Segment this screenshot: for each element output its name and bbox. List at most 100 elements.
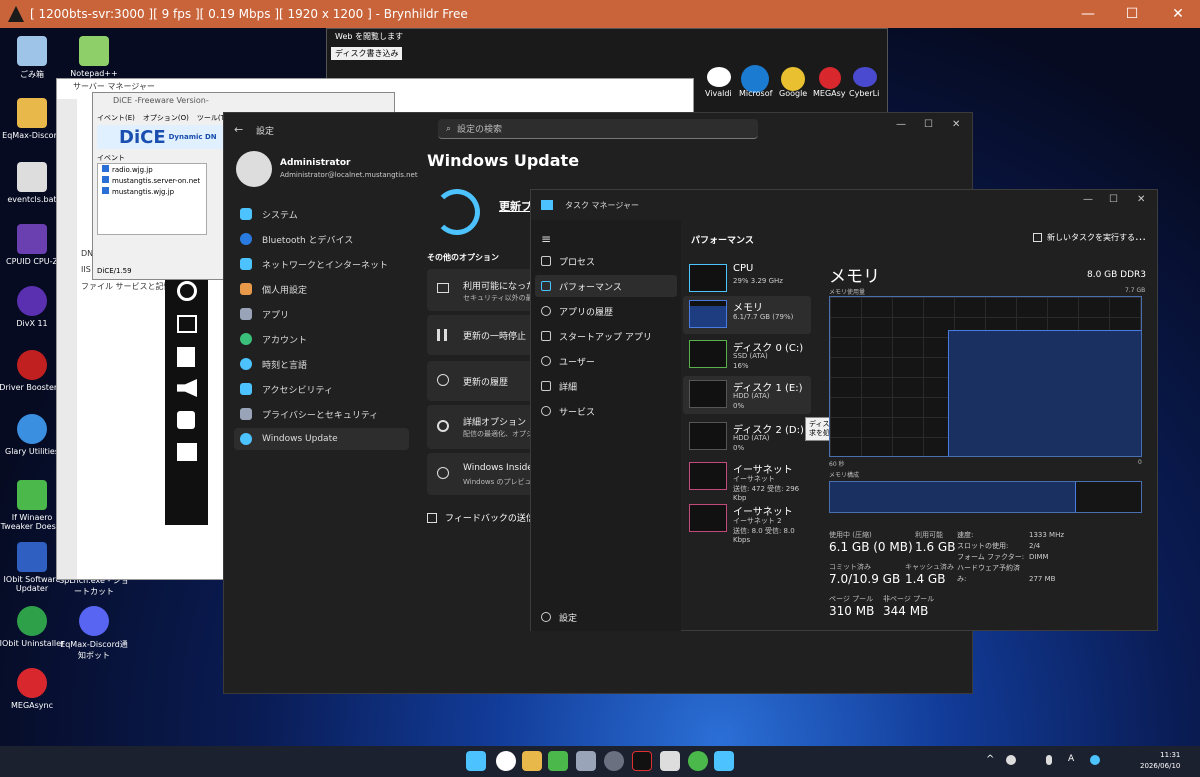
processes-icon bbox=[541, 256, 551, 266]
divx-icon bbox=[17, 286, 47, 316]
settings-taskbar-icon[interactable] bbox=[604, 751, 624, 771]
stat-committed: コミット済み 7.0/10.9 GB bbox=[829, 562, 900, 586]
tm-nav-processes[interactable]: プロセス bbox=[535, 250, 677, 272]
shield-icon bbox=[240, 408, 252, 420]
settings-min-button[interactable]: — bbox=[896, 119, 906, 130]
nav-windows-update[interactable]: Windows Update bbox=[234, 428, 409, 450]
browser-app-cyberlink[interactable] bbox=[853, 67, 877, 87]
tm-nav-users[interactable]: ユーザー bbox=[535, 350, 677, 372]
server-manager-item[interactable]: IIS bbox=[81, 265, 91, 274]
option-card-insider[interactable]: Windows Insider Windows のプレビュー bbox=[427, 453, 547, 495]
nxt-taskbar-icon[interactable] bbox=[632, 751, 652, 771]
nav-apps[interactable]: アプリ bbox=[234, 303, 409, 325]
tm-nav-details[interactable]: 詳細 bbox=[535, 375, 677, 397]
maximize-button[interactable]: ☐ bbox=[1110, 0, 1154, 28]
nav-accounts[interactable]: アカウント bbox=[234, 328, 409, 350]
tm-nav-startup[interactable]: スタートアップ アプリ bbox=[535, 325, 677, 347]
perf-item-disk0[interactable]: ディスク 0 (C:) SSD (ATA) 16% bbox=[683, 336, 811, 374]
perf-item-ethernet2[interactable]: イーサネット イーサネット 2 送信: 8.0 受信: 8.0 Kbps bbox=[683, 500, 811, 544]
feedback-link[interactable]: フィードバックの送信 bbox=[427, 511, 535, 524]
detail-label: 速度: bbox=[957, 531, 974, 539]
browser-app-vivaldi[interactable] bbox=[707, 67, 731, 87]
browser-app-chrome[interactable] bbox=[781, 67, 805, 91]
toolbar-lock-icon[interactable] bbox=[177, 411, 195, 429]
dice-taskbar-icon[interactable] bbox=[660, 751, 680, 771]
nav-accessibility[interactable]: アクセシビリティ bbox=[234, 378, 409, 400]
browser-app-mega[interactable] bbox=[819, 67, 841, 89]
taskbar: ^ A 11:31 2026/06/10 bbox=[0, 746, 1200, 777]
tray-chevron-icon[interactable]: ^ bbox=[986, 754, 994, 765]
tray-lang[interactable]: A bbox=[1068, 754, 1074, 764]
batch-file-icon bbox=[17, 162, 47, 192]
stat-cached: キャッシュ済み 1.4 GB bbox=[905, 562, 954, 586]
tm-nav-label: 詳細 bbox=[559, 382, 578, 393]
desktop-icon-notepad[interactable]: Notepad++ bbox=[58, 36, 130, 78]
perf-sub: イーサネット bbox=[733, 475, 775, 483]
toolbar-gear-icon[interactable] bbox=[177, 281, 197, 301]
option-card-pause[interactable]: 更新の一時停止 bbox=[427, 315, 547, 355]
nav-time-language[interactable]: 時刻と言語 bbox=[234, 353, 409, 375]
nav-network[interactable]: ネットワークとインターネット bbox=[234, 253, 409, 275]
task-manager-window[interactable]: タスク マネージャー — ☐ ✕ ≡ プロセス パフォーマンス アプリの履歴 ス… bbox=[530, 189, 1158, 631]
list-item[interactable]: mustangtis.wjg.jp bbox=[98, 186, 206, 197]
option-card-history[interactable]: 更新の履歴 bbox=[427, 361, 547, 401]
desktop-icon-megasync[interactable]: MEGAsync bbox=[0, 668, 68, 710]
vivaldi-icon[interactable] bbox=[496, 751, 516, 771]
perf-item-disk1[interactable]: ディスク 1 (E:) HDD (ATA) 0% bbox=[683, 376, 811, 414]
tm-nav-label: ユーザー bbox=[559, 357, 595, 368]
dice-menu-event[interactable]: イベント(E) bbox=[97, 113, 135, 123]
megaphone-icon bbox=[437, 283, 449, 293]
nav-system[interactable]: システム bbox=[234, 203, 409, 225]
run-new-task-button[interactable]: 新しいタスクを実行する bbox=[1033, 232, 1135, 243]
close-button[interactable]: ✕ bbox=[1156, 0, 1200, 28]
nav-privacy[interactable]: プライバシーとセキュリティ bbox=[234, 403, 409, 425]
nav-label: アクセシビリティ bbox=[262, 385, 334, 396]
toolbar-network-icon[interactable] bbox=[177, 315, 197, 333]
toolbar-speaker-icon[interactable] bbox=[177, 379, 197, 397]
minimize-button[interactable]: — bbox=[1066, 0, 1110, 28]
desktop-icon-eqmax-bot[interactable]: EqMax-Discord通知ボット bbox=[58, 606, 130, 661]
option-card-available[interactable]: 利用可能になったら セキュリティ以外の最新 bbox=[427, 269, 547, 311]
nav-personalization[interactable]: 個人用設定 bbox=[234, 278, 409, 300]
option-card-advanced[interactable]: 詳細オプション 配信の最適化、オプシ bbox=[427, 405, 547, 449]
browser-app-label: CyberLi bbox=[849, 89, 880, 98]
list-item[interactable]: radio.wjg.jp bbox=[98, 164, 206, 175]
tm-nav-app-history[interactable]: アプリの履歴 bbox=[535, 300, 677, 322]
task-manager-taskbar-icon[interactable] bbox=[714, 751, 734, 771]
tm-close-button[interactable]: ✕ bbox=[1137, 194, 1145, 205]
dice-menu-option[interactable]: オプション(O) bbox=[143, 113, 189, 123]
file-explorer-icon[interactable] bbox=[522, 751, 542, 771]
server-manager-taskbar-icon[interactable] bbox=[576, 751, 596, 771]
notepad-taskbar-icon[interactable] bbox=[548, 751, 568, 771]
nav-bluetooth[interactable]: Bluetooth とデバイス bbox=[234, 228, 409, 250]
tray-network-icon[interactable] bbox=[1006, 755, 1016, 765]
hamburger-icon[interactable]: ≡ bbox=[541, 232, 551, 246]
settings-search[interactable]: ⌕ 設定の検索 bbox=[438, 119, 758, 139]
settings-close-button[interactable]: ✕ bbox=[952, 119, 960, 130]
more-options-button[interactable]: … bbox=[1135, 230, 1146, 243]
tray-mic-icon[interactable] bbox=[1046, 755, 1052, 765]
frog-taskbar-icon[interactable] bbox=[688, 751, 708, 771]
ethernet2-thumbnail bbox=[689, 504, 727, 532]
tm-max-button[interactable]: ☐ bbox=[1109, 194, 1118, 205]
perf-item-ethernet1[interactable]: イーサネット イーサネット 送信: 472 受信: 296 Kbp bbox=[683, 458, 811, 502]
tm-nav-performance[interactable]: パフォーマンス bbox=[535, 275, 677, 297]
perf-item-memory[interactable]: メモリ 6.1/7.7 GB (79%) bbox=[683, 296, 811, 334]
settings-back-icon[interactable]: ← bbox=[234, 123, 243, 136]
list-item[interactable]: mustangtis.server-on.net bbox=[98, 175, 206, 186]
toolbar-document-icon[interactable] bbox=[177, 347, 195, 367]
perf-sub: イーサネット 2 bbox=[733, 517, 782, 525]
perf-item-cpu[interactable]: CPU 29% 3.29 GHz bbox=[683, 260, 811, 298]
settings-max-button[interactable]: ☐ bbox=[924, 119, 933, 130]
tm-min-button[interactable]: — bbox=[1083, 194, 1093, 205]
perf-item-disk2[interactable]: ディスク 2 (D:) HDD (ATA) 0% bbox=[683, 418, 811, 456]
start-icon[interactable] bbox=[466, 751, 486, 771]
detail-row: ハードウェア予約済み: 277 MB bbox=[957, 563, 1064, 585]
browser-tab[interactable]: ディスク書き込み bbox=[331, 47, 403, 60]
tray-app-icon[interactable] bbox=[1090, 755, 1100, 765]
tm-nav-services[interactable]: サービス bbox=[535, 400, 677, 422]
update-check-button[interactable]: 更新プ bbox=[499, 198, 532, 214]
tm-nav-settings[interactable]: 設定 bbox=[535, 606, 677, 628]
toolbar-cat-icon[interactable] bbox=[177, 443, 197, 461]
clock[interactable]: 11:31 2026/06/10 bbox=[1140, 750, 1180, 772]
